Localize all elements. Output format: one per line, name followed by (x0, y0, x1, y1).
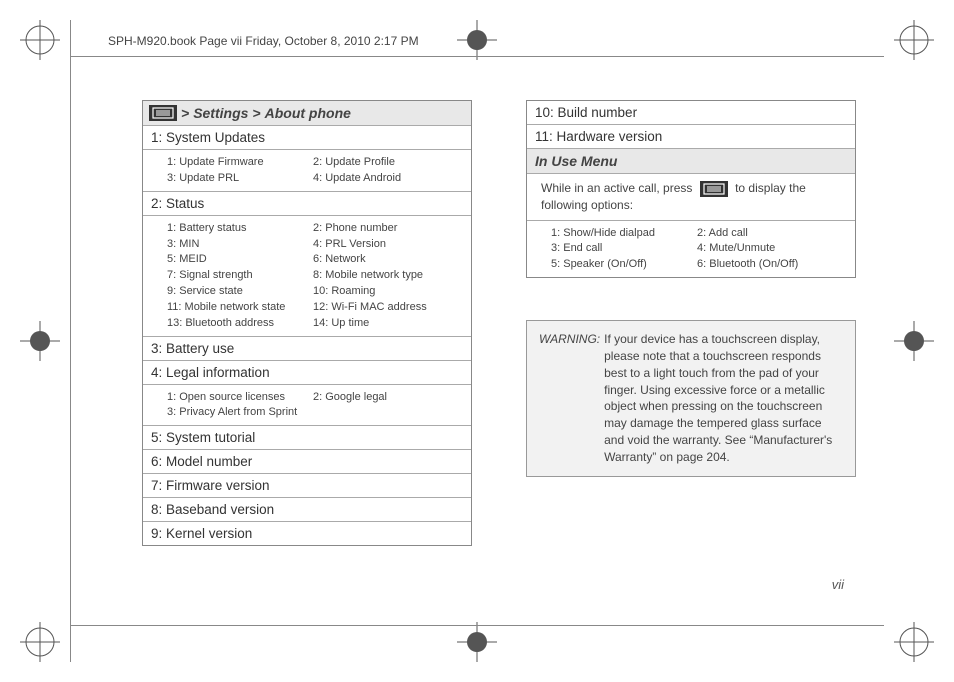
sub-in-use-menu: 1: Show/Hide dialpad2: Add call 3: End c… (527, 220, 855, 278)
breadcrumb-about-phone: About phone (265, 105, 351, 121)
breadcrumb-sep: > (252, 105, 260, 121)
crop-mark-icon (894, 20, 934, 60)
crop-mark-icon (20, 321, 60, 361)
sub-status: 1: Battery status2: Phone number 3: MIN4… (143, 215, 471, 336)
crop-mark-icon (20, 622, 60, 662)
row-baseband-version: 8: Baseband version (143, 497, 471, 521)
in-use-menu-description: While in an active call, press to displa… (527, 173, 855, 220)
warning-box: WARNING: If your device has a touchscree… (526, 320, 856, 476)
pdf-header-text: SPH-M920.book Page vii Friday, October 8… (108, 34, 419, 48)
row-legal-information: 4: Legal information (143, 360, 471, 384)
sub-system-updates: 1: Update Firmware2: Update Profile 3: U… (143, 149, 471, 191)
sub-legal-information: 1: Open source licenses2: Google legal 3… (143, 384, 471, 426)
footer-rule (70, 625, 884, 626)
row-status: 2: Status (143, 191, 471, 215)
menu-icon (700, 181, 728, 197)
row-model-number: 6: Model number (143, 449, 471, 473)
breadcrumb: > Settings > About phone (143, 101, 471, 125)
row-system-updates: 1: System Updates (143, 125, 471, 149)
warning-text: If your device has a touchscreen display… (604, 331, 843, 465)
header-rule (70, 56, 884, 57)
row-kernel-version: 9: Kernel version (143, 521, 471, 545)
warning-label: WARNING: (539, 331, 600, 465)
in-use-menu-header: In Use Menu (527, 148, 855, 173)
page-number: vii (832, 577, 844, 592)
breadcrumb-sep: > (181, 105, 189, 121)
row-battery-use: 3: Battery use (143, 336, 471, 360)
crop-mark-icon (894, 321, 934, 361)
left-rule (70, 20, 71, 662)
menu-icon (149, 105, 177, 121)
row-build-number: 10: Build number (527, 101, 855, 124)
crop-mark-icon (20, 20, 60, 60)
row-system-tutorial: 5: System tutorial (143, 425, 471, 449)
breadcrumb-settings: Settings (193, 105, 248, 121)
right-table: 10: Build number 11: Hardware version In… (526, 100, 856, 278)
settings-about-phone-table: > Settings > About phone 1: System Updat… (142, 100, 472, 546)
crop-mark-icon (457, 20, 497, 60)
row-hardware-version: 11: Hardware version (527, 124, 855, 148)
crop-mark-icon (894, 622, 934, 662)
crop-mark-icon (457, 622, 497, 662)
row-firmware-version: 7: Firmware version (143, 473, 471, 497)
